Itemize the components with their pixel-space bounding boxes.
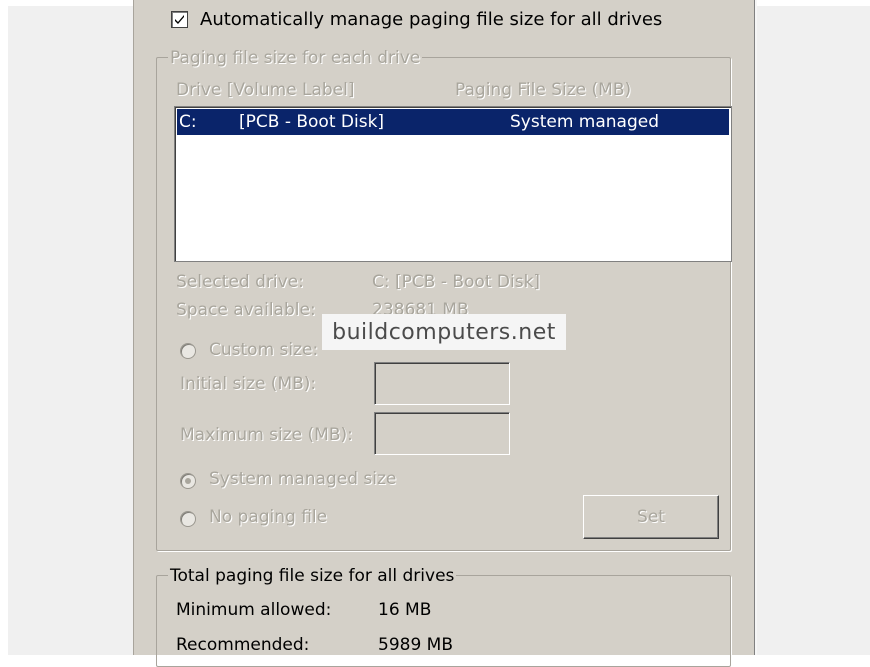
auto-manage-checkbox[interactable] (171, 11, 188, 28)
dialog-edge (755, 0, 757, 655)
initial-size-input[interactable] (374, 362, 510, 405)
minimum-allowed-value: 16 MB (378, 600, 432, 620)
selected-drive-label: Selected drive: (176, 272, 304, 292)
column-header-size: Paging File Size (MB) (455, 80, 632, 100)
row-volume-label: [PCB - Boot Disk] (239, 112, 385, 132)
checkmark-icon (175, 15, 184, 24)
radio-selected-dot (185, 478, 191, 484)
no-paging-radio[interactable] (180, 511, 196, 527)
recommended-value: 5989 MB (378, 635, 453, 655)
maximum-size-label: Maximum size (MB): (180, 425, 353, 445)
list-item[interactable]: C: [PCB - Boot Disk] System managed (177, 109, 729, 135)
set-button[interactable]: Set (583, 495, 719, 539)
custom-size-label[interactable]: Custom size: (209, 340, 318, 360)
system-managed-radio[interactable] (180, 473, 196, 489)
system-managed-label[interactable]: System managed size (209, 469, 396, 489)
space-available-label: Space available: (176, 300, 316, 320)
recommended-label: Recommended: (176, 635, 310, 655)
per-drive-group-legend: Paging file size for each drive (168, 48, 423, 68)
auto-manage-label[interactable]: Automatically manage paging file size fo… (200, 9, 662, 30)
total-paging-group-legend: Total paging file size for all drives (168, 566, 457, 586)
custom-size-radio[interactable] (180, 343, 196, 359)
watermark: buildcomputers.net (322, 314, 566, 350)
initial-size-label: Initial size (MB): (180, 374, 317, 394)
set-button-label: Set (637, 507, 665, 527)
row-size: System managed (510, 112, 660, 132)
maximum-size-input[interactable] (374, 412, 510, 455)
row-drive: C: (179, 112, 197, 132)
drive-list[interactable]: C: [PCB - Boot Disk] System managed (174, 106, 732, 262)
selected-drive-value: C: [PCB - Boot Disk] (372, 272, 541, 292)
watermark-text: buildcomputers.net (332, 319, 556, 345)
column-header-drive: Drive [Volume Label] (176, 80, 355, 100)
no-paging-label[interactable]: No paging file (209, 507, 327, 527)
minimum-allowed-label: Minimum allowed: (176, 600, 332, 620)
